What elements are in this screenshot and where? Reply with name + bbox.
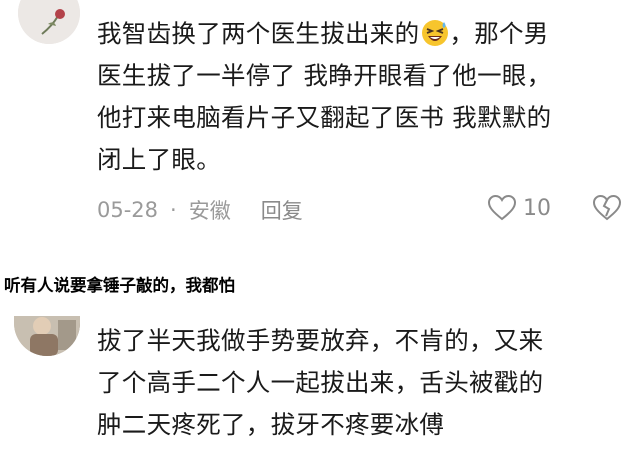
- like-button[interactable]: 10: [487, 194, 551, 222]
- comment-text: 我智齿换了两个医生拔出来的 ，那个男 医生拔了一半停了 我睁开眼看了他一眼， 他…: [97, 13, 552, 181]
- photo-avatar-icon: [14, 316, 80, 356]
- reply-button[interactable]: 回复: [261, 195, 303, 225]
- broken-heart-icon: [592, 194, 622, 221]
- comment-line: 闭上了眼。: [97, 145, 221, 174]
- comment-line: 医生拔了一半停了 我睁开眼看了他一眼，: [97, 61, 552, 90]
- comment-meta: 05-28 · 安徽 回复: [97, 195, 303, 225]
- rose-avatar-icon: [18, 0, 80, 44]
- comment-line: 拔了半天我做手势要放弃，不肯的，又来: [97, 326, 544, 355]
- like-count: 10: [523, 195, 551, 221]
- comment-line: 肿二天疼死了，拔牙不疼要冰傅: [97, 410, 445, 439]
- dislike-button[interactable]: [592, 194, 622, 226]
- comment-line: 我智齿换了两个医生拔出来的 ，那个男: [97, 19, 549, 48]
- comment-line: 了个高手二个人一起拔出来，舌头被戳的: [97, 368, 544, 397]
- grinning-squinting-sweat-emoji-icon: [422, 20, 449, 46]
- avatar[interactable]: [18, 0, 80, 44]
- meta-separator: ·: [170, 198, 177, 222]
- avatar[interactable]: [14, 316, 80, 356]
- comment-location: 安徽: [188, 199, 231, 223]
- comment-text: 拔了半天我做手势要放弃，不肯的，又来 了个高手二个人一起拔出来，舌头被戳的 肿二…: [97, 320, 543, 446]
- comment-date: 05-28: [97, 198, 159, 222]
- comment-line: 他打来电脑看片子又翻起了医书 我默默的: [97, 103, 552, 132]
- heart-icon: [487, 194, 517, 221]
- caption-text: 听有人说要拿锤子敲的，我都怕: [4, 276, 235, 295]
